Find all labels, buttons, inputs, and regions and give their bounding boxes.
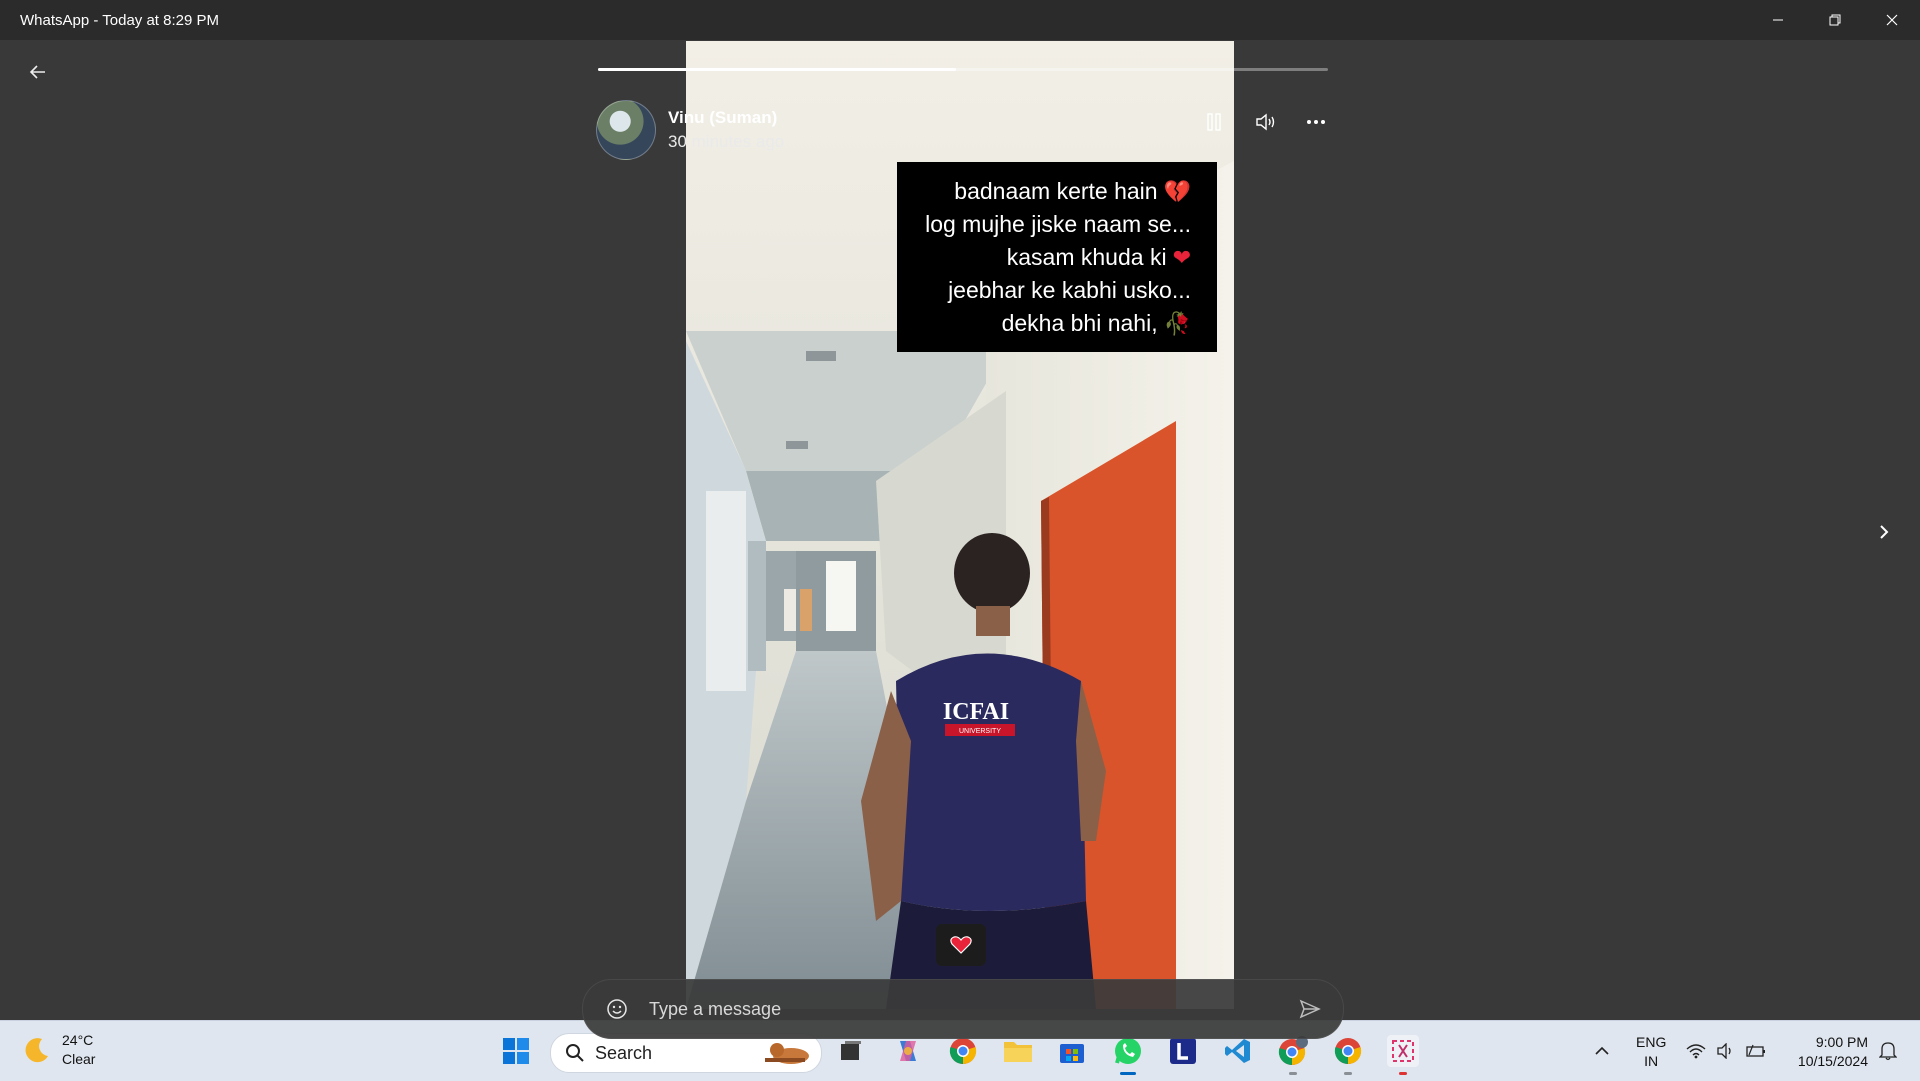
search-icon <box>566 1044 584 1062</box>
speaker-icon <box>1717 1043 1731 1059</box>
chrome-icon <box>949 1038 977 1065</box>
send-button[interactable] <box>1295 994 1325 1024</box>
snipping-tool-icon <box>1392 1040 1414 1062</box>
caption-line: kasam khuda ki <box>1006 244 1167 270</box>
weather-desc: Clear <box>62 1051 96 1067</box>
wifi-button[interactable] <box>1680 1035 1712 1067</box>
send-icon <box>1299 999 1321 1019</box>
broken-heart-icon: 💔 <box>1163 179 1191 204</box>
start-button[interactable] <box>500 1035 532 1067</box>
speaker-icon <box>1256 113 1275 131</box>
vscode-icon <box>1225 1039 1250 1063</box>
task-view-icon <box>841 1041 861 1060</box>
caption-line: log mujhe jiske naam se... <box>925 211 1191 237</box>
arrow-left-icon <box>29 65 45 79</box>
chrome-icon <box>1334 1038 1362 1065</box>
snipping-tool-button[interactable] <box>1387 1035 1419 1075</box>
chrome-button[interactable] <box>947 1035 979 1067</box>
whatsapp-button[interactable] <box>1112 1035 1144 1075</box>
search-highlight-icon <box>765 1043 809 1064</box>
folder-icon <box>1004 1042 1032 1062</box>
minimize-button[interactable] <box>1749 0 1806 40</box>
store-icon <box>1060 1044 1084 1063</box>
title-bar: WhatsApp - Today at 8:29 PM <box>0 0 1920 40</box>
react-heart-button[interactable] <box>936 924 986 966</box>
back-button[interactable] <box>24 58 52 86</box>
language-indicator[interactable]: ENG IN <box>1636 1033 1666 1071</box>
chrome-button-2[interactable] <box>1332 1035 1364 1075</box>
chrome-icon <box>1278 1036 1308 1066</box>
weather-widget[interactable]: 24°C Clear <box>22 1031 95 1069</box>
contact-name[interactable]: Vinu (Suman) <box>668 108 784 128</box>
chrome-profile-button[interactable] <box>1277 1035 1309 1075</box>
window-title: WhatsApp - Today at 8:29 PM <box>20 11 219 29</box>
microsoft-store-button[interactable] <box>1056 1035 1088 1067</box>
pause-button[interactable] <box>1198 106 1230 138</box>
copilot-icon <box>900 1041 916 1061</box>
clock[interactable]: 9:00 PM 10/15/2024 <box>1798 1033 1868 1071</box>
task-view-button[interactable] <box>835 1035 867 1067</box>
caption-line: badnaam kerte hain <box>954 178 1158 204</box>
status-progress-fill <box>598 68 956 71</box>
chevron-up-icon <box>1595 1046 1609 1055</box>
battery-icon <box>1746 1044 1765 1057</box>
l-app-button[interactable] <box>1167 1035 1199 1067</box>
posted-time: 30 minutes ago <box>668 132 785 151</box>
avatar[interactable] <box>596 100 656 160</box>
file-explorer-button[interactable] <box>1002 1035 1034 1067</box>
bell-icon <box>1879 1042 1897 1061</box>
wifi-icon <box>1686 1044 1706 1059</box>
close-button[interactable] <box>1863 0 1920 40</box>
windows-icon <box>503 1038 529 1064</box>
next-status-button[interactable] <box>1870 518 1898 546</box>
shirt-logo-text: ICFAI <box>943 699 1009 725</box>
status-viewer: ICFAI UNIVERSITY Vinu (Suman) 30 minutes… <box>0 40 1920 1039</box>
more-options-button[interactable] <box>1300 106 1332 138</box>
notifications-button[interactable] <box>1872 1035 1904 1067</box>
moon-icon <box>25 1038 48 1063</box>
restore-icon <box>1829 14 1840 26</box>
show-hidden-icons-button[interactable] <box>1586 1035 1618 1067</box>
language-line-1: ENG <box>1636 1034 1667 1050</box>
message-input[interactable] <box>647 997 1271 1021</box>
clock-time: 9:00 PM <box>1815 1034 1868 1050</box>
weather-temp: 24°C <box>62 1032 94 1048</box>
l-app-icon <box>1170 1038 1196 1064</box>
caption-line: jeebhar ke kabhi usko... <box>948 277 1191 303</box>
vscode-button[interactable] <box>1222 1035 1254 1067</box>
status-header: Vinu (Suman) 30 minutes ago <box>596 100 784 160</box>
language-line-2: IN <box>1644 1053 1659 1069</box>
chevron-right-icon <box>1880 525 1889 539</box>
more-icon <box>1307 120 1325 124</box>
pause-icon <box>1207 113 1221 131</box>
clock-date: 10/15/2024 <box>1797 1053 1868 1069</box>
whatsapp-icon <box>1115 1038 1141 1064</box>
smiley-icon <box>607 999 627 1019</box>
close-icon <box>1886 14 1897 26</box>
battery-button[interactable] <box>1740 1035 1772 1067</box>
caption-line: dekha bhi nahi, <box>1001 310 1158 336</box>
wilted-rose-icon: 🥀 <box>1163 311 1191 336</box>
window-controls <box>1749 0 1920 40</box>
heart-icon <box>950 936 972 954</box>
shirt-logo-subtext: UNIVERSITY <box>959 728 1001 735</box>
reply-bar <box>582 979 1344 1039</box>
volume-button[interactable] <box>1250 106 1282 138</box>
status-progress-bar <box>598 68 1328 71</box>
search-label: Search <box>595 1042 653 1063</box>
copilot-button[interactable] <box>892 1035 924 1067</box>
status-caption: badnaam kerte hain 💔 log mujhe jiske naam… <box>897 162 1217 352</box>
emoji-button[interactable] <box>603 995 631 1023</box>
taskbar-search[interactable]: Search <box>550 1033 822 1073</box>
heart-icon: ❤ <box>1172 245 1191 270</box>
restore-button[interactable] <box>1806 0 1863 40</box>
volume-tray-button[interactable] <box>1710 1035 1742 1067</box>
minimize-icon <box>1772 19 1783 21</box>
